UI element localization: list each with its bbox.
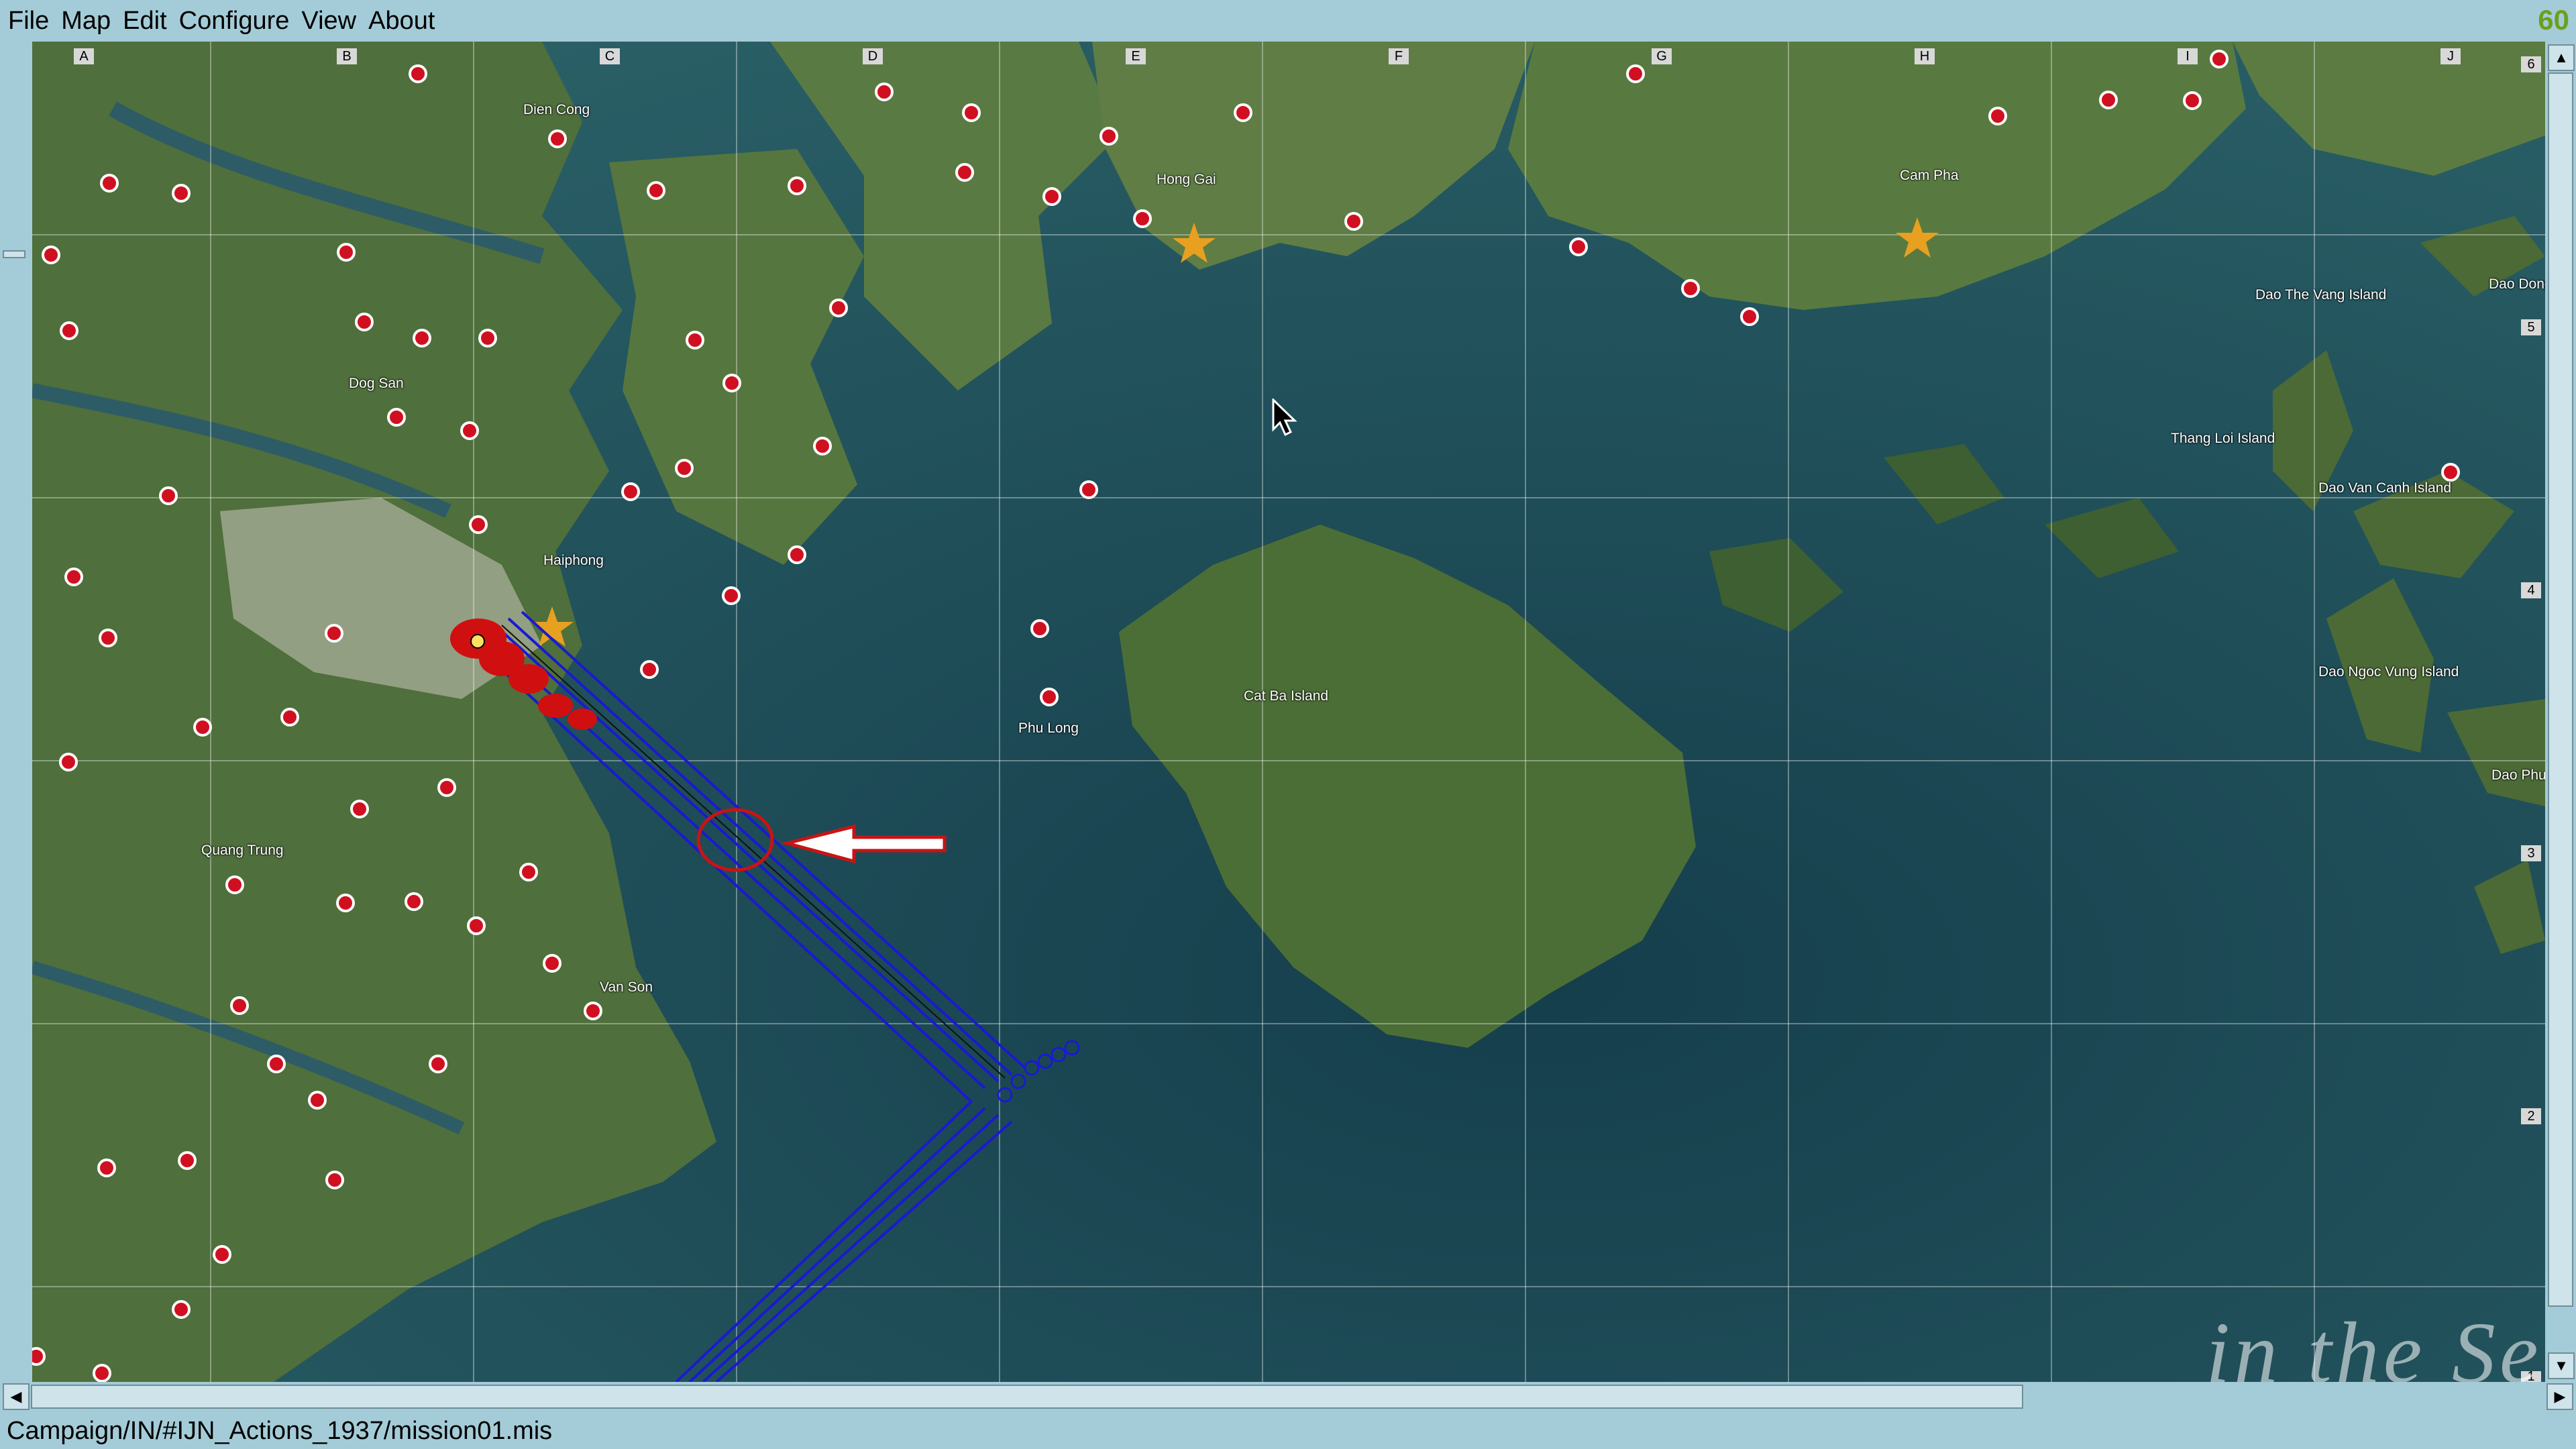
menu-file[interactable]: File	[0, 0, 55, 42]
menu-view[interactable]: View	[295, 0, 362, 42]
grid-row-label-4: 4	[2521, 582, 2541, 598]
grid-row-label-2: 2	[2521, 1108, 2541, 1124]
fps-counter: 60	[2538, 4, 2569, 36]
horizontal-scrollbar[interactable]: ◀ ▶	[0, 1382, 2576, 1411]
place-label-dao-phu: Dao Phu	[2491, 767, 2545, 783]
place-label-dao-ngoc-vung-island: Dao Ngoc Vung Island	[2318, 664, 2459, 680]
flight-route-overlay	[450, 610, 1080, 1382]
menu-about[interactable]: About	[362, 0, 441, 42]
place-label-dog-san: Dog San	[349, 376, 404, 391]
scroll-left-button[interactable]: ◀	[3, 1383, 30, 1410]
place-label-haiphong: Haiphong	[543, 553, 604, 568]
map-watermark: in the Se	[2206, 1305, 2542, 1382]
place-label-dao-the-vang-island: Dao The Vang Island	[2255, 287, 2387, 303]
grid-row-label-6: 6	[2521, 56, 2541, 72]
left-strip	[0, 42, 32, 1383]
vertical-scroll-thumb[interactable]	[2548, 72, 2573, 1307]
menu-bar: File Map Edit Configure View About 60	[0, 0, 2576, 42]
mouse-cursor-icon	[1272, 398, 1297, 437]
place-label-cat-ba-island: Cat Ba Island	[1244, 688, 1329, 704]
grid-column-label-j: J	[2440, 48, 2461, 64]
annotation-arrow-icon	[780, 824, 947, 864]
place-label-dao-dong: Dao Dong	[2489, 276, 2545, 292]
place-label-phu-long: Phu Long	[1018, 720, 1079, 736]
status-bar: Campaign/IN/#IJN_Actions_1937/mission01.…	[0, 1411, 2576, 1449]
grid-column-label-b: B	[337, 48, 357, 64]
grid-row-label-3: 3	[2521, 845, 2541, 861]
place-label-thang-loi-island: Thang Loi Island	[2171, 431, 2275, 446]
grid-column-label-e: E	[1126, 48, 1146, 64]
menu-configure[interactable]: Configure	[173, 0, 296, 42]
vertical-scrollbar[interactable]: ▲ ▼	[2545, 42, 2576, 1382]
map-view[interactable]: A B C D E F G H I J 6 5 4 3 2 1 Dien Con…	[32, 42, 2545, 1382]
scroll-right-button[interactable]: ▶	[2546, 1383, 2573, 1410]
grid-column-label-d: D	[863, 48, 883, 64]
grid-row-label-5: 5	[2521, 319, 2541, 335]
grid-column-label-f: F	[1389, 48, 1409, 64]
menu-map[interactable]: Map	[55, 0, 117, 42]
menu-edit[interactable]: Edit	[117, 0, 172, 42]
grid-column-label-c: C	[600, 48, 620, 64]
grid-column-label-h: H	[1915, 48, 1935, 64]
place-label-hong-gai: Hong Gai	[1157, 172, 1216, 187]
horizontal-scroll-thumb[interactable]	[31, 1385, 2023, 1409]
place-label-dao-van-canh-island: Dao Van Canh Island	[2318, 480, 2452, 496]
scroll-down-button[interactable]: ▼	[2548, 1352, 2575, 1379]
place-label-van-son: Van Son	[600, 979, 653, 995]
scroll-up-button[interactable]: ▲	[2548, 44, 2575, 71]
place-label-dien-cong: Dien Cong	[523, 102, 590, 117]
left-slider-handle[interactable]	[3, 250, 25, 258]
mission-file-path: Campaign/IN/#IJN_Actions_1937/mission01.…	[7, 1417, 553, 1445]
grid-column-label-i: I	[2178, 48, 2198, 64]
place-label-cam-pha: Cam Pha	[1900, 168, 1959, 183]
grid-column-label-g: G	[1652, 48, 1672, 64]
place-label-quang-trung: Quang Trung	[201, 843, 284, 858]
grid-column-label-a: A	[74, 48, 94, 64]
